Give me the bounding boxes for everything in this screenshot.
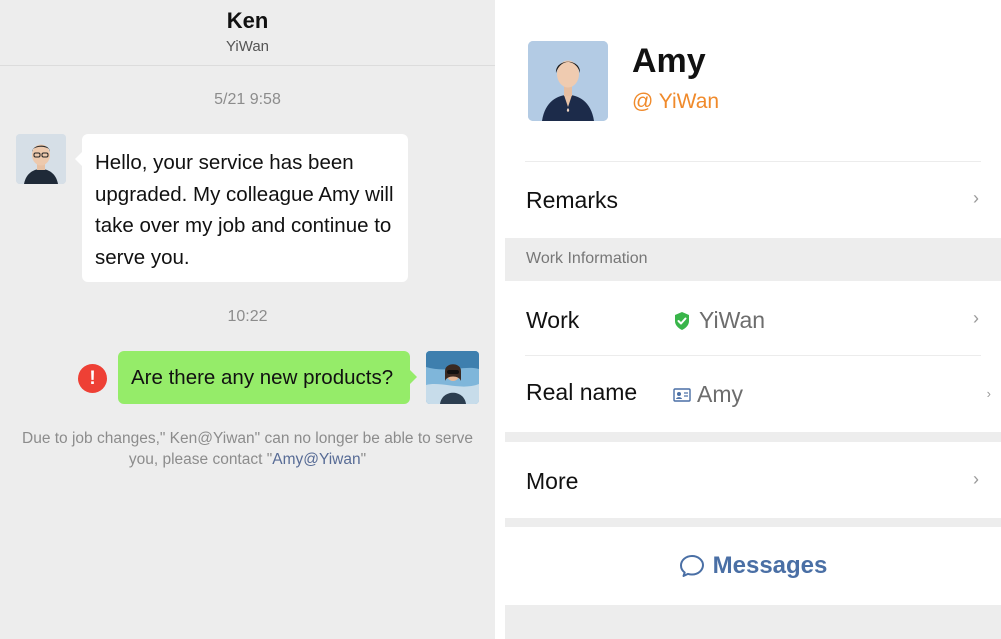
work-label: Work [526,307,580,333]
work-row[interactable]: Work YiWan › [505,281,1001,355]
remarks-row[interactable]: Remarks › [505,162,1001,238]
id-card-icon [673,387,691,402]
chat-header: Ken YiWan [0,0,495,66]
section-title: Work Information [526,250,648,267]
chat-title: Ken [226,8,269,33]
profile-organization: @ YiWan [632,90,720,113]
chat-panel: Ken YiWan 5/21 9:58 Hello, your service … [0,0,495,639]
contact-transfer-notice: Due to job changes," Ken@Yiwan" can no l… [20,428,475,470]
remarks-label: Remarks [526,187,619,213]
work-value: YiWan [673,307,765,334]
work-value-text: YiWan [699,307,766,333]
notice-text: Due to job changes," Ken@Yiwan" can no l… [22,430,473,468]
send-message-button[interactable]: Messages [505,527,1001,605]
profile-panel: Amy @ YiWan Remarks › Work Information W… [505,0,1001,639]
contact-avatar[interactable] [16,134,66,184]
more-row[interactable]: More › [505,442,1001,518]
outgoing-message-bubble[interactable]: Are there any new products? [118,351,417,404]
messages-label: Messages [712,552,828,579]
message-timestamp: 10:22 [227,308,268,325]
more-label: More [526,468,579,494]
profile-avatar[interactable] [528,41,608,121]
chevron-right-icon: › [986,386,991,401]
bottom-spacer [505,605,1001,639]
chat-subtitle: YiWan [225,38,270,55]
user-avatar[interactable] [426,351,479,404]
section-separator [505,518,1001,527]
shield-check-icon [675,311,689,330]
chevron-right-icon: › [973,469,979,489]
incoming-message-bubble[interactable]: Hello, your service has been upgraded. M… [75,134,408,282]
section-separator [505,432,1001,442]
real-name-value: Amy [673,381,743,408]
real-name-text: Amy [697,381,743,407]
chevron-right-icon: › [973,308,979,328]
chat-bubble-icon [679,555,704,577]
chevron-right-icon: › [973,188,979,208]
message-timestamp: 5/21 9:58 [214,91,281,108]
profile-name: Amy [632,42,706,80]
real-name-label: Real name [526,379,638,405]
real-name-row[interactable]: Real name Amy › [505,356,1001,432]
section-header: Work Information [505,238,1001,281]
new-contact-link[interactable]: Amy@Yiwan [272,451,360,468]
notice-text-end: " [360,451,367,468]
send-failed-icon[interactable]: ! [78,364,107,393]
